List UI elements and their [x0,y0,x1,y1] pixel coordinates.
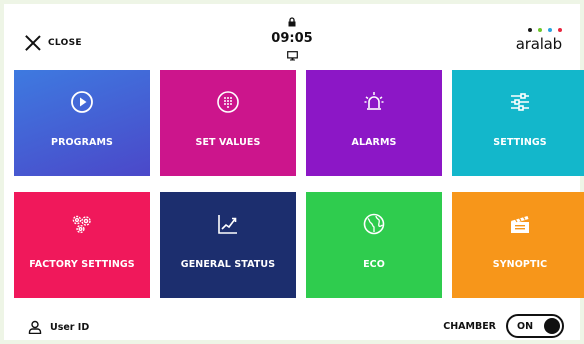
toggle-state: ON [517,320,534,332]
chamber-label: CHAMBER [443,320,496,332]
lock-icon [288,17,296,27]
menu-grid: PROGRAMS SET VALUES ALARMS SETTINGS FACT… [14,70,584,312]
tile-eco[interactable]: ECO [306,192,442,298]
keypad-icon [217,91,239,113]
brand-logo: aralab [516,28,562,53]
chart-icon [218,215,237,234]
tile-label: FACTORY SETTINGS [29,259,135,270]
brand-dot [528,28,532,32]
tile-set-values[interactable]: SET VALUES [160,70,296,176]
gears-icon [72,215,91,234]
tile-settings[interactable]: SETTINGS [452,70,584,176]
user-id-label: User ID [50,321,90,333]
brand-dot [548,28,552,32]
play-icon [71,91,93,113]
brand-dot [558,28,562,32]
chamber-control: CHAMBER ON [443,314,564,338]
brand-dots [516,28,562,32]
tile-label: ALARMS [351,137,397,148]
toggle-knob [544,318,560,334]
tile-programs[interactable]: PROGRAMS [14,70,150,176]
tile-general-status[interactable]: GENERAL STATUS [160,192,296,298]
tile-label: SETTINGS [493,137,547,148]
sliders-icon [511,93,529,111]
tile-label: PROGRAMS [51,137,113,148]
alarm-icon [364,92,384,110]
tile-label: GENERAL STATUS [180,259,276,270]
brand-dot [538,28,542,32]
tile-label: SET VALUES [195,137,261,148]
user-id-button[interactable]: User ID [28,320,89,334]
tile-factory-settings[interactable]: FACTORY SETTINGS [14,192,150,298]
monitor-icon[interactable] [286,51,298,61]
tile-label: SYNOPTIC [492,259,548,270]
tile-synoptic[interactable]: SYNOPTIC [452,192,584,298]
clock-time: 09:05 [271,31,313,46]
brand-name: aralab [515,35,562,53]
user-icon [28,320,42,334]
globe-icon [363,213,385,235]
clapper-icon [511,216,529,233]
tile-label: ECO [363,259,385,270]
chamber-toggle[interactable]: ON [506,314,564,338]
screen-frame: CLOSE 09:05 aralab PROGRAMS SET VALUES A… [4,4,584,340]
tile-alarms[interactable]: ALARMS [306,70,442,176]
status-clock: 09:05 [4,12,580,65]
